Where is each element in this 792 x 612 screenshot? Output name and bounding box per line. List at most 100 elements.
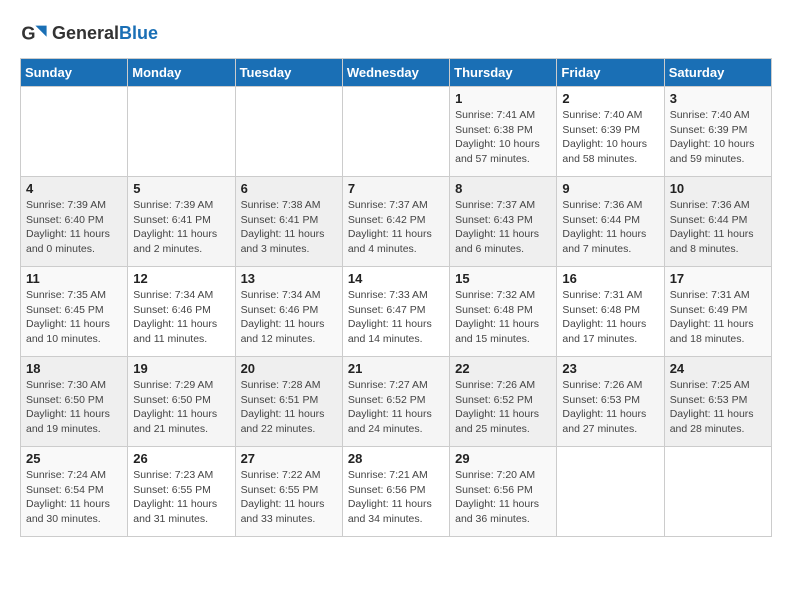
- day-info: Sunrise: 7:27 AM Sunset: 6:52 PM Dayligh…: [348, 378, 444, 437]
- calendar-cell: [557, 447, 664, 537]
- day-info: Sunrise: 7:40 AM Sunset: 6:39 PM Dayligh…: [562, 108, 658, 167]
- day-info: Sunrise: 7:24 AM Sunset: 6:54 PM Dayligh…: [26, 468, 122, 527]
- weekday-header-thursday: Thursday: [450, 59, 557, 87]
- day-number: 5: [133, 181, 229, 196]
- day-number: 23: [562, 361, 658, 376]
- day-info: Sunrise: 7:37 AM Sunset: 6:42 PM Dayligh…: [348, 198, 444, 257]
- day-number: 13: [241, 271, 337, 286]
- calendar-cell: 11 Sunrise: 7:35 AM Sunset: 6:45 PM Dayli…: [21, 267, 128, 357]
- day-number: 8: [455, 181, 551, 196]
- calendar-cell: 16 Sunrise: 7:31 AM Sunset: 6:48 PM Dayli…: [557, 267, 664, 357]
- day-number: 9: [562, 181, 658, 196]
- day-info: Sunrise: 7:34 AM Sunset: 6:46 PM Dayligh…: [241, 288, 337, 347]
- day-number: 10: [670, 181, 766, 196]
- calendar-cell: 15 Sunrise: 7:32 AM Sunset: 6:48 PM Dayli…: [450, 267, 557, 357]
- day-number: 17: [670, 271, 766, 286]
- day-info: Sunrise: 7:28 AM Sunset: 6:51 PM Dayligh…: [241, 378, 337, 437]
- day-info: Sunrise: 7:20 AM Sunset: 6:56 PM Dayligh…: [455, 468, 551, 527]
- day-number: 19: [133, 361, 229, 376]
- day-number: 27: [241, 451, 337, 466]
- day-number: 21: [348, 361, 444, 376]
- weekday-header-row: SundayMondayTuesdayWednesdayThursdayFrid…: [21, 59, 772, 87]
- day-number: 15: [455, 271, 551, 286]
- day-number: 16: [562, 271, 658, 286]
- day-info: Sunrise: 7:35 AM Sunset: 6:45 PM Dayligh…: [26, 288, 122, 347]
- calendar-cell: 6 Sunrise: 7:38 AM Sunset: 6:41 PM Daylig…: [235, 177, 342, 267]
- calendar-cell: 7 Sunrise: 7:37 AM Sunset: 6:42 PM Daylig…: [342, 177, 449, 267]
- calendar-cell: 12Sunrise: 7:34 AM Sunset: 6:46 PM Dayli…: [128, 267, 235, 357]
- calendar-cell: 25Sunrise: 7:24 AM Sunset: 6:54 PM Dayli…: [21, 447, 128, 537]
- calendar-cell: 23 Sunrise: 7:26 AM Sunset: 6:53 PM Dayli…: [557, 357, 664, 447]
- logo-icon: G: [20, 20, 48, 48]
- day-number: 28: [348, 451, 444, 466]
- day-info: Sunrise: 7:39 AM Sunset: 6:40 PM Dayligh…: [26, 198, 122, 257]
- day-info: Sunrise: 7:23 AM Sunset: 6:55 PM Dayligh…: [133, 468, 229, 527]
- day-number: 14: [348, 271, 444, 286]
- day-number: 3: [670, 91, 766, 106]
- day-info: Sunrise: 7:39 AM Sunset: 6:41 PM Dayligh…: [133, 198, 229, 257]
- calendar-cell: 13 Sunrise: 7:34 AM Sunset: 6:46 PM Dayli…: [235, 267, 342, 357]
- calendar-week-4: 18 Sunrise: 7:30 AM Sunset: 6:50 PM Dayli…: [21, 357, 772, 447]
- calendar-cell: 24 Sunrise: 7:25 AM Sunset: 6:53 PM Dayli…: [664, 357, 771, 447]
- calendar-cell: 5 Sunrise: 7:39 AM Sunset: 6:41 PM Daylig…: [128, 177, 235, 267]
- calendar-cell: [342, 87, 449, 177]
- day-info: Sunrise: 7:31 AM Sunset: 6:48 PM Dayligh…: [562, 288, 658, 347]
- weekday-header-monday: Monday: [128, 59, 235, 87]
- day-number: 2: [562, 91, 658, 106]
- calendar-cell: 19 Sunrise: 7:29 AM Sunset: 6:50 PM Dayli…: [128, 357, 235, 447]
- calendar-cell: 17 Sunrise: 7:31 AM Sunset: 6:49 PM Dayli…: [664, 267, 771, 357]
- calendar-cell: 1 Sunrise: 7:41 AM Sunset: 6:38 PM Daylig…: [450, 87, 557, 177]
- calendar-cell: [21, 87, 128, 177]
- calendar-week-2: 4 Sunrise: 7:39 AM Sunset: 6:40 PM Daylig…: [21, 177, 772, 267]
- weekday-header-tuesday: Tuesday: [235, 59, 342, 87]
- logo-text: GeneralBlue: [52, 24, 158, 44]
- calendar-table: SundayMondayTuesdayWednesdayThursdayFrid…: [20, 58, 772, 537]
- calendar-cell: 27 Sunrise: 7:22 AM Sunset: 6:55 PM Dayli…: [235, 447, 342, 537]
- day-info: Sunrise: 7:25 AM Sunset: 6:53 PM Dayligh…: [670, 378, 766, 437]
- weekday-header-saturday: Saturday: [664, 59, 771, 87]
- day-info: Sunrise: 7:22 AM Sunset: 6:55 PM Dayligh…: [241, 468, 337, 527]
- calendar-cell: 20 Sunrise: 7:28 AM Sunset: 6:51 PM Dayli…: [235, 357, 342, 447]
- day-info: Sunrise: 7:38 AM Sunset: 6:41 PM Dayligh…: [241, 198, 337, 257]
- day-number: 12: [133, 271, 229, 286]
- calendar-cell: 2 Sunrise: 7:40 AM Sunset: 6:39 PM Daylig…: [557, 87, 664, 177]
- day-number: 6: [241, 181, 337, 196]
- calendar-cell: [128, 87, 235, 177]
- day-number: 1: [455, 91, 551, 106]
- day-number: 4: [26, 181, 122, 196]
- calendar-cell: 29 Sunrise: 7:20 AM Sunset: 6:56 PM Dayli…: [450, 447, 557, 537]
- day-info: Sunrise: 7:26 AM Sunset: 6:52 PM Dayligh…: [455, 378, 551, 437]
- day-info: Sunrise: 7:37 AM Sunset: 6:43 PM Dayligh…: [455, 198, 551, 257]
- day-info: Sunrise: 7:30 AM Sunset: 6:50 PM Dayligh…: [26, 378, 122, 437]
- day-info: Sunrise: 7:36 AM Sunset: 6:44 PM Dayligh…: [670, 198, 766, 257]
- calendar-week-5: 25Sunrise: 7:24 AM Sunset: 6:54 PM Dayli…: [21, 447, 772, 537]
- day-number: 22: [455, 361, 551, 376]
- calendar-week-3: 11 Sunrise: 7:35 AM Sunset: 6:45 PM Dayli…: [21, 267, 772, 357]
- calendar-cell: 4 Sunrise: 7:39 AM Sunset: 6:40 PM Daylig…: [21, 177, 128, 267]
- day-info: Sunrise: 7:36 AM Sunset: 6:44 PM Dayligh…: [562, 198, 658, 257]
- day-info: Sunrise: 7:29 AM Sunset: 6:50 PM Dayligh…: [133, 378, 229, 437]
- day-number: 7: [348, 181, 444, 196]
- calendar-cell: 14 Sunrise: 7:33 AM Sunset: 6:47 PM Dayli…: [342, 267, 449, 357]
- page-header: G GeneralBlue: [20, 20, 772, 48]
- weekday-header-wednesday: Wednesday: [342, 59, 449, 87]
- weekday-header-sunday: Sunday: [21, 59, 128, 87]
- day-number: 26: [133, 451, 229, 466]
- day-info: Sunrise: 7:41 AM Sunset: 6:38 PM Dayligh…: [455, 108, 551, 167]
- calendar-cell: 28 Sunrise: 7:21 AM Sunset: 6:56 PM Dayli…: [342, 447, 449, 537]
- logo: G GeneralBlue: [20, 20, 158, 48]
- day-number: 24: [670, 361, 766, 376]
- day-number: 18: [26, 361, 122, 376]
- calendar-cell: [235, 87, 342, 177]
- day-info: Sunrise: 7:21 AM Sunset: 6:56 PM Dayligh…: [348, 468, 444, 527]
- svg-text:G: G: [21, 24, 35, 44]
- day-info: Sunrise: 7:26 AM Sunset: 6:53 PM Dayligh…: [562, 378, 658, 437]
- calendar-cell: 18 Sunrise: 7:30 AM Sunset: 6:50 PM Dayli…: [21, 357, 128, 447]
- calendar-cell: 3Sunrise: 7:40 AM Sunset: 6:39 PM Daylig…: [664, 87, 771, 177]
- day-number: 11: [26, 271, 122, 286]
- day-number: 20: [241, 361, 337, 376]
- day-info: Sunrise: 7:33 AM Sunset: 6:47 PM Dayligh…: [348, 288, 444, 347]
- day-info: Sunrise: 7:31 AM Sunset: 6:49 PM Dayligh…: [670, 288, 766, 347]
- day-number: 29: [455, 451, 551, 466]
- day-info: Sunrise: 7:32 AM Sunset: 6:48 PM Dayligh…: [455, 288, 551, 347]
